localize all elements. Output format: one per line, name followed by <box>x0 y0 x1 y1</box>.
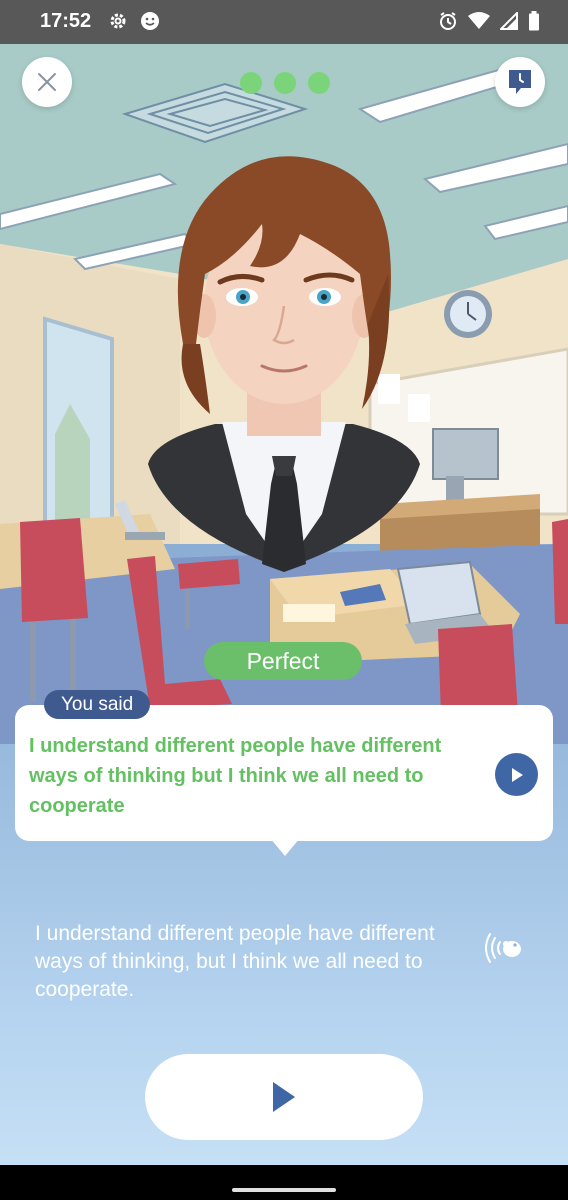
alarm-icon <box>438 11 458 36</box>
wifi-icon <box>468 12 490 35</box>
progress-dots <box>240 72 330 94</box>
reference-sentence: I understand different people have diffe… <box>35 922 435 1001</box>
screen: 17:52 Perfect You said I understand diff… <box>0 0 568 1200</box>
progress-dot <box>240 72 262 94</box>
signal-icon <box>498 10 518 35</box>
status-time: 17:52 <box>40 10 92 32</box>
classroom-scene <box>0 44 568 744</box>
history-button[interactable] <box>495 57 545 107</box>
system-nav-bar <box>0 1165 568 1200</box>
bubble-tail <box>270 838 300 856</box>
slow-listen-button[interactable] <box>480 930 522 971</box>
replay-recording-button[interactable] <box>495 753 538 796</box>
close-icon <box>38 73 56 91</box>
home-gesture-handle[interactable] <box>232 1188 336 1192</box>
play-icon <box>273 1082 295 1112</box>
result-badge: Perfect <box>204 642 362 680</box>
status-bar: 17:52 <box>0 0 568 44</box>
status-icons <box>438 10 540 36</box>
play-icon <box>511 767 523 782</box>
spoken-transcript: I understand different people have diffe… <box>29 735 442 817</box>
smiley-icon <box>140 11 160 36</box>
progress-dot <box>274 72 296 94</box>
battery-icon <box>528 11 540 36</box>
main-play-button[interactable] <box>145 1054 423 1140</box>
you-said-badge: You said <box>44 690 151 719</box>
settings-icon <box>108 11 128 36</box>
close-button[interactable] <box>22 57 72 107</box>
progress-dot <box>308 72 330 94</box>
slow-listen-icon <box>485 933 521 963</box>
speech-history-icon <box>509 70 531 94</box>
